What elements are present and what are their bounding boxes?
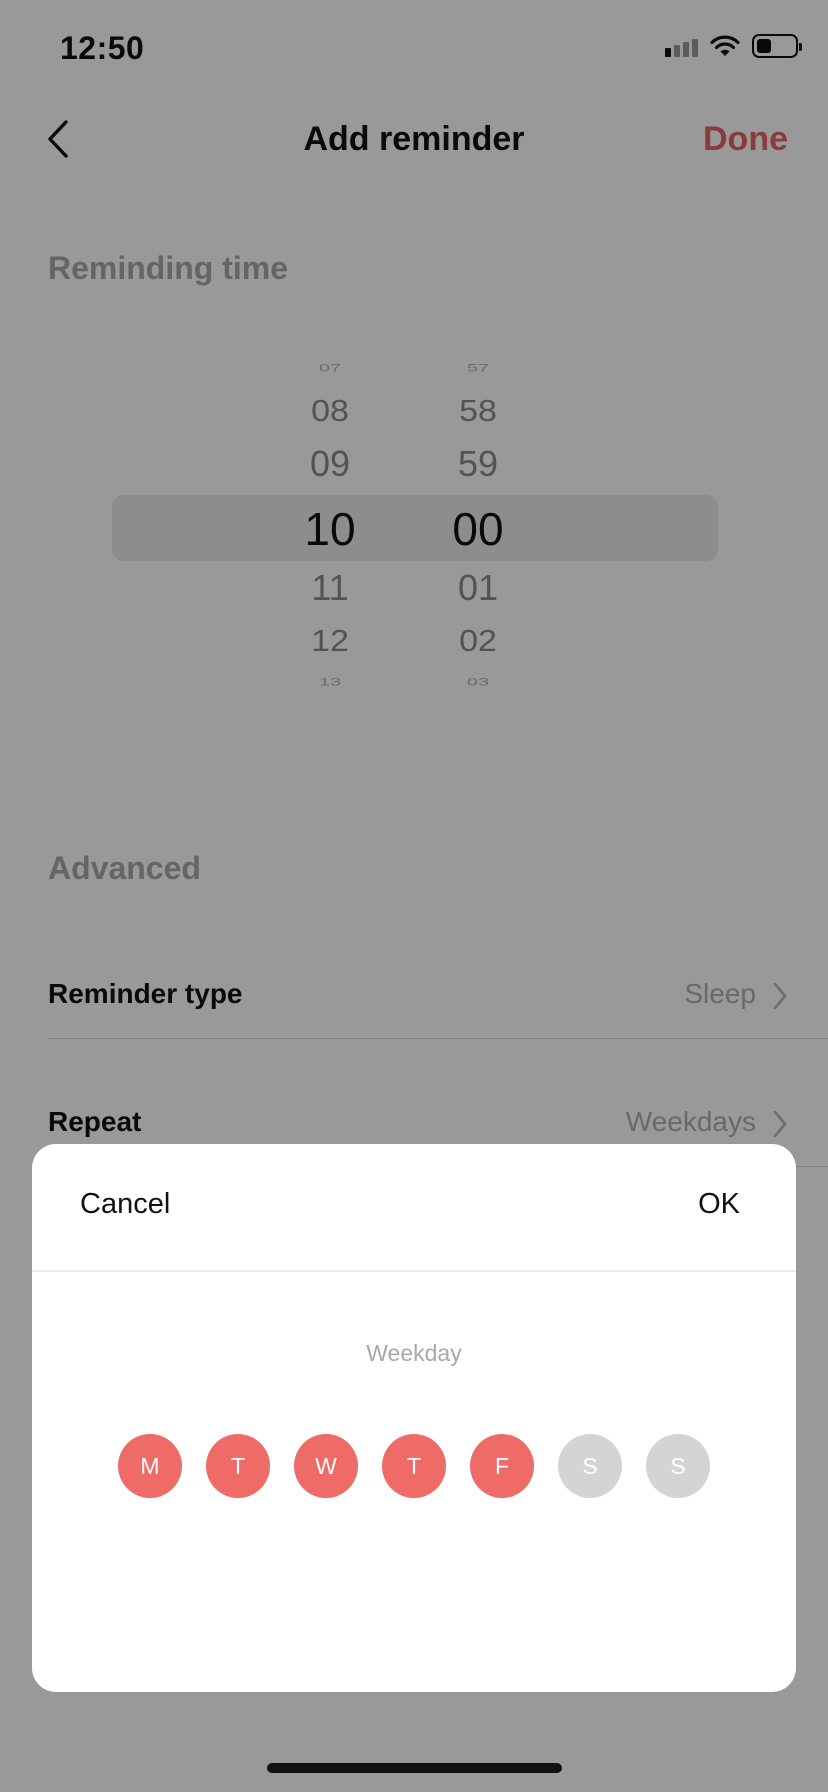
weekday-subtitle: Weekday [366, 1340, 462, 1366]
day-toggle-saturday[interactable]: S [558, 1434, 622, 1498]
day-toggle-thursday[interactable]: T [382, 1434, 446, 1498]
cancel-button[interactable]: Cancel [80, 1188, 170, 1221]
sheet-header: Cancel OK [32, 1144, 796, 1272]
weekday-selector: M T W T F S S [32, 1434, 796, 1498]
day-toggle-sunday[interactable]: S [646, 1434, 710, 1498]
day-toggle-wednesday[interactable]: W [294, 1434, 358, 1498]
weekday-picker-sheet: Cancel OK Weekday M T W T F S S [32, 1144, 796, 1692]
day-toggle-friday[interactable]: F [470, 1434, 534, 1498]
home-indicator[interactable] [267, 1763, 562, 1773]
day-toggle-monday[interactable]: M [118, 1434, 182, 1498]
day-toggle-tuesday[interactable]: T [206, 1434, 270, 1498]
ok-button[interactable]: OK [698, 1188, 740, 1221]
